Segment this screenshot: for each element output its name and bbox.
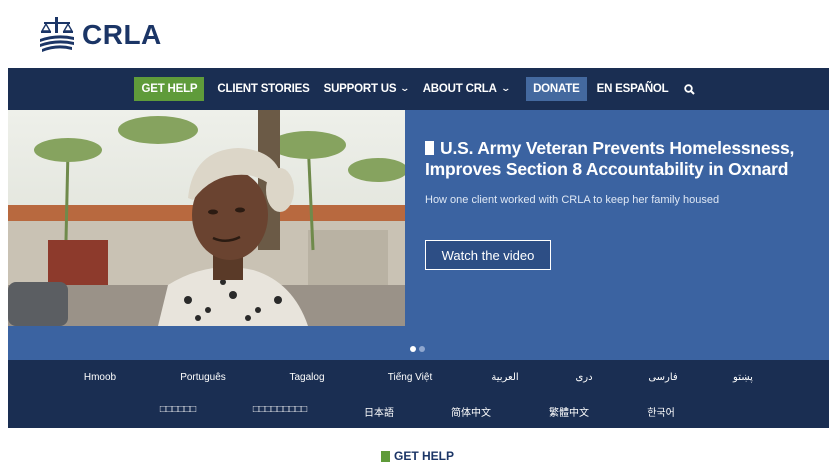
lang-japanese[interactable]: 日本語 — [364, 404, 394, 419]
lang-unrendered-2[interactable]: □□□□□□□□□ — [253, 404, 307, 415]
hero-photo-image — [8, 110, 405, 326]
title-marker — [425, 141, 434, 155]
nav-support-us-label: SUPPORT US — [323, 83, 397, 95]
carousel-dot-1[interactable] — [410, 346, 416, 352]
main-nav: GET HELP CLIENT STORIES SUPPORT US ⌄ ABO… — [8, 68, 829, 110]
lang-unrendered-1[interactable]: □□□□□□ — [160, 404, 196, 415]
green-square-marker — [381, 450, 390, 462]
lang-dari[interactable]: دری — [575, 372, 592, 383]
lang-hmoob[interactable]: Hmoob — [84, 372, 116, 383]
lang-vietnamese[interactable]: Tiếng Việt — [388, 372, 432, 383]
hero-title-text: U.S. Army Veteran Prevents Homelessness,… — [425, 138, 795, 179]
nav-client-stories[interactable]: CLIENT STORIES — [210, 77, 316, 101]
scales-of-justice-icon — [40, 17, 74, 52]
lang-korean[interactable]: 한국어 — [647, 404, 675, 419]
lang-traditional-chinese[interactable]: 繁體中文 — [549, 404, 589, 419]
site-header: CRLA — [0, 0, 835, 68]
lang-simplified-chinese[interactable]: 简体中文 — [451, 404, 491, 419]
nav-about[interactable]: ABOUT CRLA ⌄ — [416, 77, 516, 101]
hero-title: U.S. Army Veteran Prevents Homelessness,… — [425, 138, 805, 180]
hero-carousel: U.S. Army Veteran Prevents Homelessness,… — [8, 110, 829, 360]
nav-about-label: ABOUT CRLA — [422, 83, 497, 95]
nav-espanol[interactable]: EN ESPAÑOL — [590, 77, 676, 101]
chevron-down-icon: ⌄ — [399, 82, 411, 93]
watch-video-button[interactable]: Watch the video — [425, 240, 551, 270]
main-frame: GET HELP CLIENT STORIES SUPPORT US ⌄ ABO… — [8, 68, 829, 428]
lang-farsi[interactable]: فارسی — [648, 372, 677, 383]
lang-portugues[interactable]: Português — [180, 372, 226, 383]
lang-pashto[interactable]: پښتو — [733, 372, 753, 383]
nav-support-us[interactable]: SUPPORT US ⌄ — [317, 77, 416, 101]
nav-donate[interactable]: DONATE — [526, 77, 587, 101]
hero-text-block: U.S. Army Veteran Prevents Homelessness,… — [425, 138, 805, 206]
get-help-heading[interactable]: GET HELP — [381, 449, 454, 463]
lang-arabic[interactable]: العربية — [491, 372, 518, 383]
carousel-dots — [410, 346, 425, 352]
hero-photo — [8, 110, 405, 326]
brand-name: CRLA — [82, 19, 162, 50]
crla-logo[interactable]: CRLA — [38, 14, 162, 56]
language-bar: Hmoob Português Tagalog Tiếng Việt العرب… — [8, 360, 829, 428]
search-icon — [683, 83, 695, 95]
nav-get-help[interactable]: GET HELP — [134, 77, 205, 101]
lang-tagalog[interactable]: Tagalog — [289, 372, 324, 383]
hero-subtitle: How one client worked with CRLA to keep … — [425, 194, 720, 206]
search-button[interactable] — [676, 77, 703, 101]
carousel-dot-2[interactable] — [419, 346, 425, 352]
get-help-heading-label: GET HELP — [394, 449, 455, 463]
chevron-down-icon: ⌄ — [500, 82, 511, 93]
